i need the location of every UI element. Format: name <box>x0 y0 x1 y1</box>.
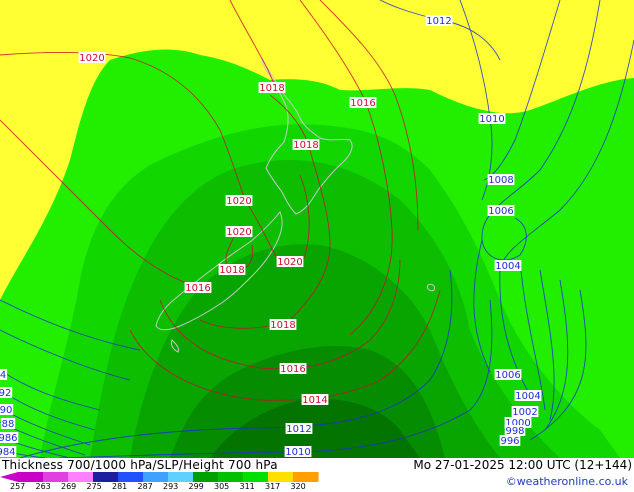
isobar-label: 1018 <box>219 265 244 276</box>
isobar-label: 88 <box>2 419 15 430</box>
colorbar-segment <box>18 472 44 482</box>
valid-time: Mo 27-01-2025 12:00 UTC (12+144) <box>413 458 632 472</box>
map-canvas: 1012 1020 1018 1016 1010 1018 1008 1006 1020 1020… <box>0 0 634 458</box>
credit-link[interactable]: ©weatheronline.co.uk <box>506 475 628 488</box>
isobar-label: 1016 <box>350 98 375 109</box>
chart-title: Thickness 700/1000 hPa/SLP/Height 700 hP… <box>2 458 278 472</box>
isobar-label: 1014 <box>302 395 327 406</box>
colorbar-segment <box>143 472 169 482</box>
isobar-label: 1006 <box>495 370 520 381</box>
isobar-label: 1004 <box>515 391 540 402</box>
isobar-label: 996 <box>500 436 519 447</box>
footer-bar: Thickness 700/1000 hPa/SLP/Height 700 hP… <box>0 458 634 492</box>
isobar-label: 90 <box>0 405 12 416</box>
isobar-label: 1008 <box>488 175 513 186</box>
isobar-label: 986 <box>0 433 18 444</box>
isobar-label: 1018 <box>293 140 318 151</box>
colorbar-segment <box>68 472 94 482</box>
isobar-label: 984 <box>0 447 16 458</box>
isobar-label: 1016 <box>280 364 305 375</box>
colorbar-segment <box>118 472 144 482</box>
colorbar <box>0 472 319 482</box>
isobar-label: 1010 <box>285 447 310 458</box>
colorbar-segment <box>193 472 219 482</box>
isobar-label: 1012 <box>426 16 451 27</box>
colorbar-segment <box>93 472 119 482</box>
isobar-label: 1010 <box>479 114 504 125</box>
colorbar-segment <box>43 472 69 482</box>
isobar-label: 92 <box>0 388 11 399</box>
isobar-label: 1020 <box>226 196 251 207</box>
colorbar-arrow-left <box>0 472 18 482</box>
colorbar-segment <box>243 472 269 482</box>
isobar-label: 1020 <box>277 257 302 268</box>
weather-map: 1012 1020 1018 1016 1010 1018 1008 1006 1020 1020… <box>0 0 634 492</box>
colorbar-segment <box>168 472 194 482</box>
isobar-label: 4 <box>0 370 6 381</box>
isobar-label: 1016 <box>185 283 210 294</box>
isobar-label: 1020 <box>79 53 104 64</box>
isobar-label: 1004 <box>495 261 520 272</box>
isobar-label: 1018 <box>259 83 284 94</box>
colorbar-segment <box>218 472 244 482</box>
isobar-label: 1006 <box>488 206 513 217</box>
isobar-label: 1020 <box>226 227 251 238</box>
colorbar-tick-labels: 257 263 269 275 281 287 293 299 305 311 317 320 <box>0 482 330 492</box>
colorbar-segment <box>293 472 319 482</box>
colorbar-segment <box>268 472 294 482</box>
isobar-label: 1012 <box>286 424 311 435</box>
isobar-label: 1002 <box>512 407 537 418</box>
isobar-label: 1018 <box>270 320 295 331</box>
